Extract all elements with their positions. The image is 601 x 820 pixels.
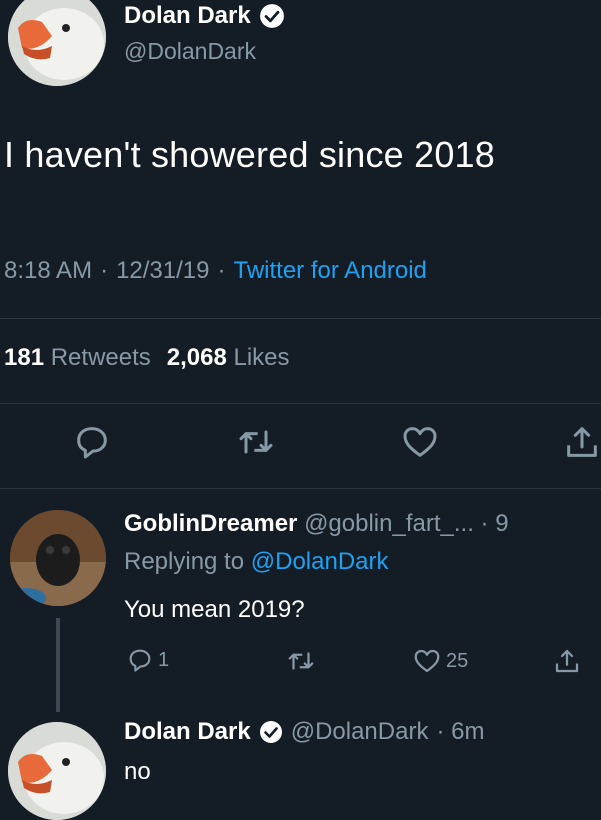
retweet-icon[interactable] xyxy=(236,422,276,462)
share-icon[interactable] xyxy=(562,422,601,462)
replying-handle-link[interactable]: @DolanDark xyxy=(251,548,389,575)
replying-to: Replying to @DolanDark xyxy=(124,548,389,576)
like-icon[interactable] xyxy=(400,422,440,462)
reply-count: 1 xyxy=(158,648,170,671)
tweet-meta: 8:18 AM · 12/31/19 · Twitter for Android xyxy=(4,257,427,285)
replying-prefix: Replying to xyxy=(124,548,245,575)
last-reply-text: no xyxy=(124,758,151,785)
reply-retweet-button[interactable] xyxy=(286,646,316,676)
avatar-dolan-dark[interactable] xyxy=(8,0,106,86)
verified-badge-icon xyxy=(259,4,284,28)
meta-separator: · xyxy=(217,257,226,284)
reply-actions: 1 25 xyxy=(0,644,601,680)
reply-like-button[interactable]: 25 xyxy=(412,646,468,676)
likes-label: Likes xyxy=(233,344,290,371)
share-icon xyxy=(555,649,579,673)
reply-share-button[interactable] xyxy=(552,646,582,676)
reply-reply-button[interactable]: 1 xyxy=(126,646,169,674)
meta-separator: · xyxy=(100,257,109,284)
like-icon xyxy=(414,649,440,673)
retweets-count: 181 xyxy=(4,344,45,371)
tweet-text: I haven't showered since 2018 xyxy=(4,134,495,175)
display-name[interactable]: Dolan Dark xyxy=(124,2,251,30)
last-reply-header: Dolan Dark @DolanDark · 6m xyxy=(124,718,484,746)
divider xyxy=(0,318,601,319)
tweet-source-link[interactable]: Twitter for Android xyxy=(233,257,426,285)
tweet-stats: 181 Retweets 2,068 Likes xyxy=(4,344,290,372)
avatar-goblin-dreamer[interactable] xyxy=(10,510,106,606)
handle[interactable]: @DolanDark xyxy=(124,38,256,65)
likes-count: 2,068 xyxy=(166,344,227,371)
divider xyxy=(0,488,601,489)
retweets-stat[interactable]: 181 Retweets xyxy=(4,344,151,372)
reply-header: GoblinDreamer @goblin_fart_... · 9 xyxy=(124,510,509,538)
likes-stat[interactable]: 2,068 Likes xyxy=(167,344,290,372)
last-reply-time: · 6m xyxy=(436,718,485,745)
last-reply-display-name[interactable]: Dolan Dark xyxy=(124,718,251,746)
reply-icon[interactable] xyxy=(72,422,112,462)
verified-badge-icon xyxy=(259,721,282,743)
reply-handle[interactable]: @goblin_fart_... xyxy=(304,510,474,537)
reply-display-name[interactable]: GoblinDreamer xyxy=(124,510,297,537)
reply-text: You mean 2019? xyxy=(124,596,305,623)
divider xyxy=(0,403,601,404)
last-reply-handle[interactable]: @DolanDark xyxy=(291,718,429,746)
reply-time: · 9 xyxy=(480,510,509,537)
reply-icon xyxy=(129,649,151,672)
like-count: 25 xyxy=(446,649,469,672)
retweet-icon xyxy=(288,652,314,670)
tweet-date: 12/31/19 xyxy=(116,257,210,284)
tweet-time: 8:18 AM xyxy=(4,257,93,284)
tweet-actions xyxy=(0,422,601,472)
retweets-label: Retweets xyxy=(50,344,151,371)
avatar-dolan-dark-reply[interactable] xyxy=(8,722,106,820)
